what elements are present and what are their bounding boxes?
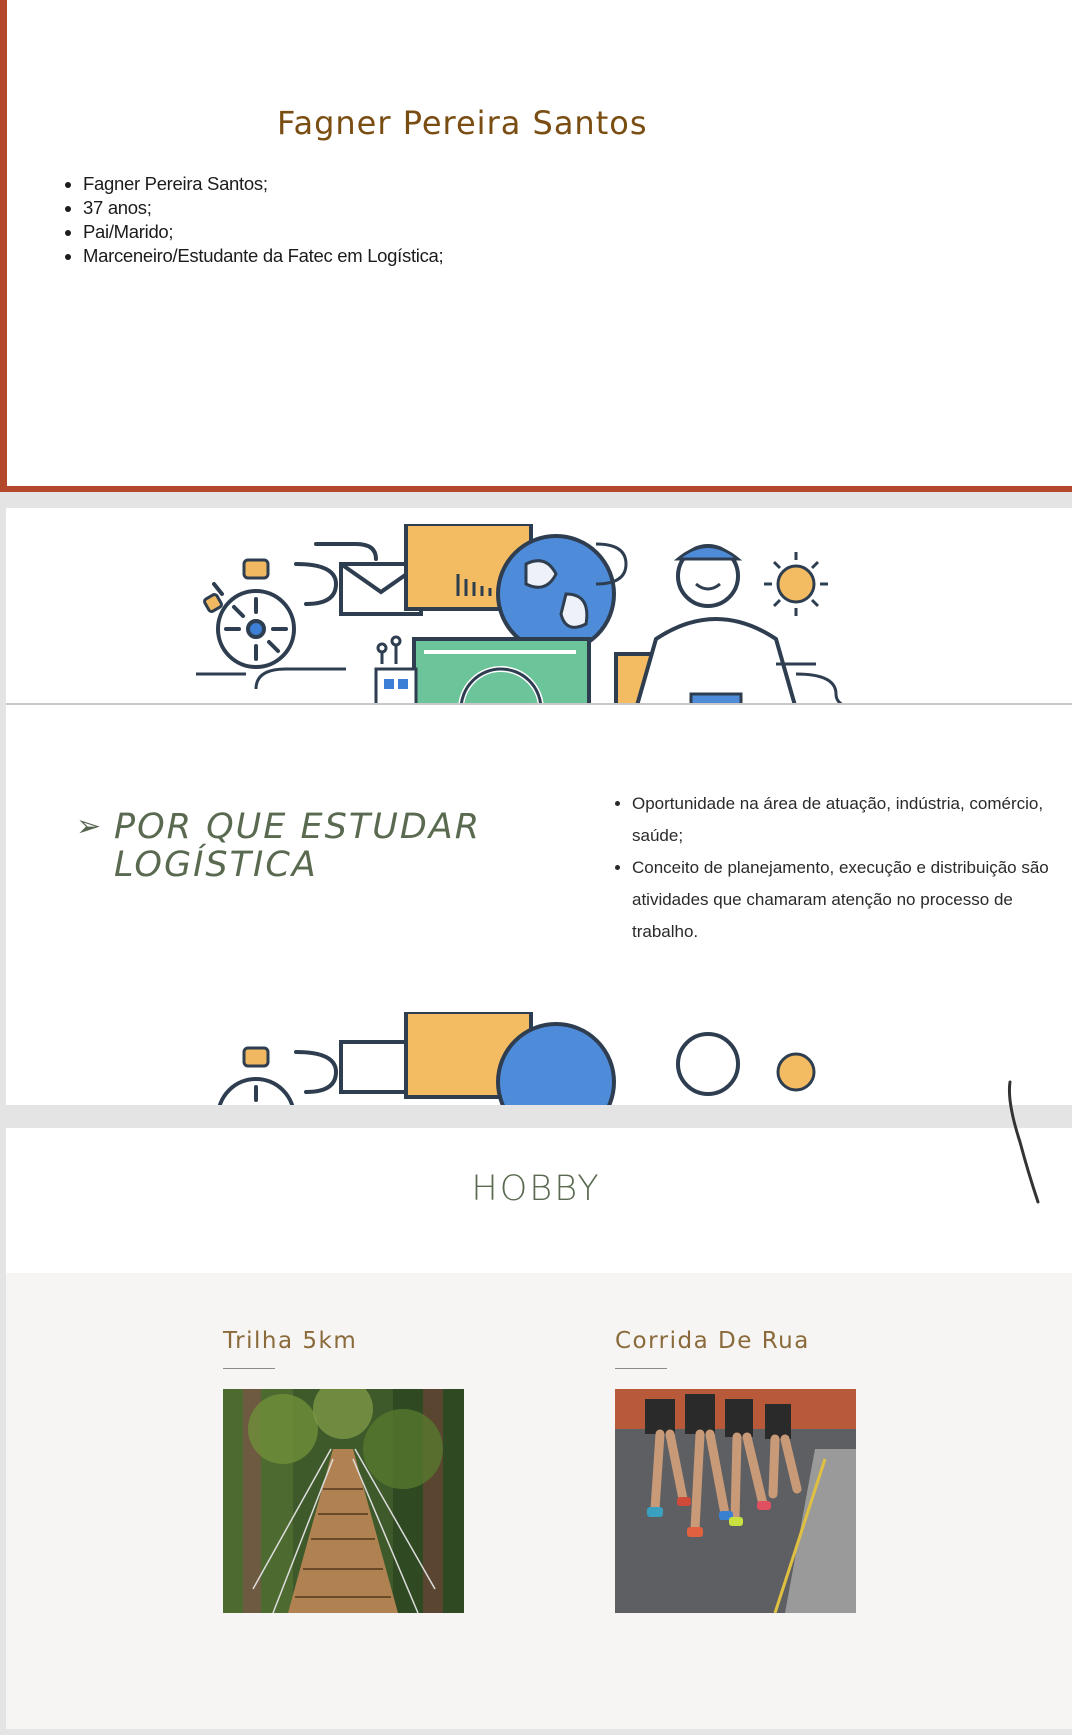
list-item: 37 anos;: [83, 196, 443, 220]
label-underline: [223, 1368, 275, 1369]
slide-why-logistics[interactable]: ➢ POR QUE ESTUDAR LOGÍSTICA Oportunidade…: [6, 508, 1072, 1105]
hobby-label: Trilha 5km: [223, 1328, 358, 1354]
label-underline: [615, 1368, 667, 1369]
heading-line-1: POR QUE ESTUDAR: [114, 807, 482, 847]
heading-line-2: LOGÍSTICA: [114, 845, 318, 885]
list-item: Fagner Pereira Santos;: [83, 172, 443, 196]
list-item: Oportunidade na área de atuação, indústr…: [632, 788, 1052, 852]
hobby-label: Corrida De Rua: [615, 1328, 810, 1354]
list-item: Pai/Marido;: [83, 220, 443, 244]
arrowhead-bullet-icon: ➢: [76, 809, 104, 844]
hobby-panel: Trilha 5km Corrida De Rua: [6, 1273, 1072, 1729]
slide-intro[interactable]: Fagner Pereira Santos Fagner Pereira San…: [0, 0, 1072, 492]
logistics-illustration: [217, 1012, 816, 1105]
rope-bridge-forest-photo: [223, 1389, 464, 1613]
bullet-list: Fagner Pereira Santos; 37 anos; Pai/Mari…: [51, 172, 444, 268]
list-item: Conceito de planejamento, execução e dis…: [632, 852, 1052, 948]
slide-separator: [6, 703, 1072, 705]
bullet-list: Oportunidade na área de atuação, indústr…: [606, 788, 1052, 948]
slide-title: HOBBY: [471, 1169, 601, 1209]
section-heading: ➢ POR QUE ESTUDAR LOGÍSTICA: [76, 808, 544, 884]
pen-stroke-mark: [1008, 1080, 1040, 1204]
slide-title: Fagner Pereira Santos: [277, 104, 648, 142]
slide-hobby[interactable]: HOBBY Trilha 5km Corrida De Rua: [6, 1128, 1072, 1729]
logistics-illustration: [196, 524, 845, 704]
list-item: Marceneiro/Estudante da Fatec em Logísti…: [83, 244, 444, 268]
street-race-runners-photo: [615, 1389, 856, 1613]
